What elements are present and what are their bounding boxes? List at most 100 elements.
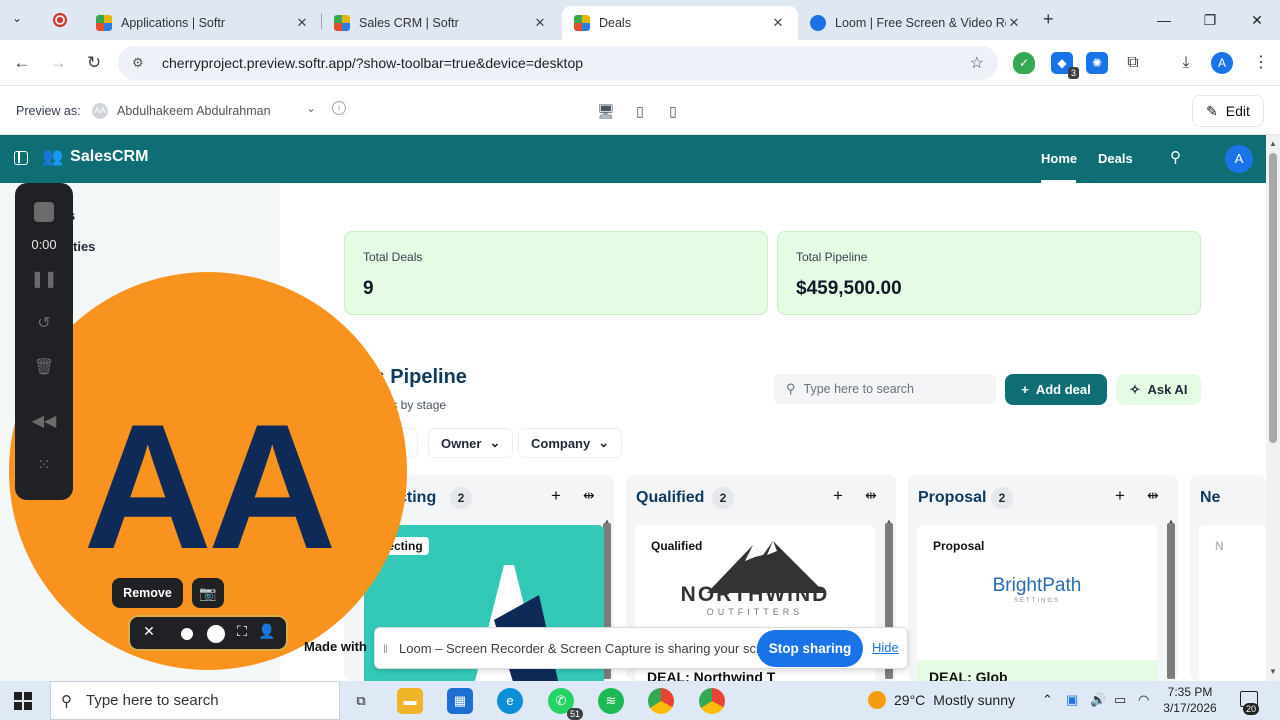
nav-home[interactable]: Home — [1041, 151, 1077, 166]
made-with-badge[interactable]: Made with — [304, 639, 367, 654]
trash-icon[interactable]: 🗑 — [15, 357, 73, 377]
deal-card[interactable]: N — [1199, 525, 1266, 685]
restart-icon[interactable]: ↺ — [15, 313, 73, 333]
card-logo-text: NORTHWIND — [680, 583, 830, 606]
search-field[interactable]: ⚲ — [774, 374, 996, 404]
deal-card[interactable]: Proposal BrightPath SETTINGS DEAL: Glob — [917, 525, 1157, 685]
minimize-icon[interactable]: — — [1141, 8, 1187, 32]
volume-icon[interactable]: 🔊 — [1090, 692, 1106, 708]
restore-icon[interactable]: ❐ — [1187, 8, 1233, 32]
edit-button[interactable]: ✎ Edit — [1192, 95, 1264, 127]
column-scrollbar[interactable] — [1167, 523, 1175, 679]
spotify-icon[interactable]: ≋ — [598, 688, 624, 714]
tab-search-chevron-icon[interactable]: ⌄ — [12, 11, 22, 25]
forward-icon[interactable]: → — [44, 50, 72, 76]
mobile-icon[interactable]: ▯ — [661, 99, 685, 123]
extensions-puzzle-icon[interactable]: ⧉ — [1122, 52, 1144, 74]
rewind-icon[interactable]: ◀◀ — [15, 411, 73, 431]
back-icon[interactable]: ← — [8, 50, 36, 76]
plus-icon[interactable]: + — [1115, 486, 1125, 506]
drag-grid-icon[interactable]: ⁙ — [15, 455, 73, 475]
pause-icon[interactable]: ❚❚ — [15, 269, 73, 289]
plus-icon[interactable]: + — [551, 486, 561, 506]
menu-kebab-icon[interactable]: ⋮ — [1250, 52, 1272, 74]
page-scrollbar[interactable]: ▲ ▼ — [1266, 135, 1280, 681]
close-icon[interactable]: ✕ — [770, 15, 786, 31]
brand-logo[interactable]: 👥 SalesCRM — [42, 147, 148, 167]
wifi-icon[interactable]: ◠ — [1138, 692, 1149, 708]
extension-icon[interactable]: ◆ 3 — [1051, 52, 1079, 79]
address-bar[interactable]: ⚙ cherryproject.preview.softr.app/?show-… — [118, 46, 998, 80]
tab-deals[interactable]: Deals ✕ — [562, 6, 798, 40]
system-clock[interactable]: 7:35 PM 3/17/2026 — [1160, 684, 1220, 716]
close-icon[interactable]: ✕ — [532, 15, 548, 31]
nav-deals[interactable]: Deals — [1098, 151, 1133, 166]
remove-button[interactable]: Remove — [112, 578, 183, 608]
tablet-icon[interactable]: ▯ — [628, 99, 652, 123]
plus-icon[interactable]: + — [833, 486, 843, 506]
bubble-size-large[interactable] — [207, 625, 225, 643]
stat-label: Total Pipeline — [796, 250, 868, 264]
profile-avatar[interactable]: A — [1211, 52, 1233, 74]
file-explorer-icon[interactable]: ▬ — [397, 688, 423, 714]
scroll-down-icon[interactable]: ▼ — [1269, 667, 1277, 676]
sidebar-toggle-icon[interactable] — [14, 151, 28, 165]
softr-icon — [334, 15, 350, 31]
task-view-icon[interactable]: ⧉ — [348, 688, 374, 714]
site-info-icon[interactable]: ⚙ — [132, 55, 150, 71]
windows-start-icon[interactable] — [14, 692, 32, 710]
reload-icon[interactable]: ↻ — [80, 50, 108, 76]
sidebar-item[interactable]: ties — [73, 239, 95, 254]
person-icon[interactable]: 👤 — [256, 623, 278, 640]
card-stage-tag: Proposal — [927, 537, 991, 555]
bubble-size-small[interactable] — [181, 628, 193, 640]
tray-app-icon[interactable]: ▣ — [1066, 692, 1078, 708]
shield-extension-icon[interactable]: ✓ — [1013, 52, 1035, 74]
drag-handle-icon[interactable]: ‖ — [383, 642, 388, 656]
search-icon[interactable]: ⚲ — [1170, 148, 1181, 166]
add-deal-button[interactable]: + Add deal — [1005, 374, 1107, 405]
close-icon[interactable]: ✕ — [294, 15, 310, 31]
softr-icon — [96, 15, 112, 31]
fullscreen-icon[interactable]: ⛶ — [231, 623, 253, 640]
info-icon[interactable]: i — [332, 101, 346, 115]
whatsapp-icon[interactable]: ✆ 51 — [548, 688, 583, 720]
weather-widget[interactable]: 29°C Mostly sunny — [868, 691, 1015, 709]
tab-sales-crm[interactable]: Sales CRM | Softr ✕ — [322, 6, 560, 40]
chrome-profile-icon[interactable] — [699, 688, 725, 714]
collapse-icon[interactable]: ⇹ — [865, 487, 877, 504]
bookmark-star-icon[interactable]: ☆ — [970, 53, 984, 73]
chrome-icon[interactable] — [648, 688, 674, 714]
tray-chevron-icon[interactable]: ⌃ — [1042, 692, 1053, 708]
tab-applications[interactable]: Applications | Softr ✕ — [84, 6, 322, 40]
taskbar-search[interactable]: ⚲ Type here to search — [50, 681, 340, 720]
desktop-icon[interactable]: 🖥 — [594, 99, 618, 123]
filter-owner[interactable]: Owner ⌄ — [428, 428, 514, 458]
filter-company[interactable]: Company ⌄ — [518, 428, 623, 458]
search-input[interactable] — [803, 382, 984, 396]
collapse-icon[interactable]: ⇹ — [583, 487, 595, 504]
window-close-icon[interactable]: ✕ — [1234, 8, 1280, 32]
sparkle-icon: ✧ — [1129, 381, 1141, 397]
close-icon[interactable]: ✕ — [1006, 15, 1022, 31]
scroll-up-icon[interactable]: ▲ — [1269, 139, 1277, 148]
camera-icon[interactable]: 📷 — [192, 578, 224, 608]
download-icon[interactable]: ⤓ — [1175, 52, 1197, 74]
battery-icon[interactable]: ▭ — [1114, 692, 1126, 708]
ask-ai-button[interactable]: ✧ Ask AI — [1116, 374, 1201, 405]
scrollbar-thumb[interactable] — [1269, 153, 1277, 443]
store-icon[interactable]: ▦ — [447, 688, 473, 714]
stop-sharing-button[interactable]: Stop sharing — [757, 630, 863, 667]
stop-recording-icon[interactable] — [34, 202, 54, 222]
collapse-icon[interactable]: ⇹ — [1147, 487, 1159, 504]
url-text[interactable]: cherryproject.preview.softr.app/?show-to… — [162, 55, 583, 71]
new-tab-icon[interactable]: + — [1043, 9, 1054, 30]
preview-user-select[interactable]: AA Abdulhakeem Abdulrahman ⌄ — [92, 98, 322, 124]
close-icon[interactable]: ✕ — [138, 623, 160, 640]
column-title: Ne — [1200, 489, 1221, 506]
hide-link[interactable]: Hide — [872, 640, 899, 655]
tab-loom[interactable]: Loom | Free Screen & Video Re ✕ — [798, 6, 1034, 40]
user-avatar[interactable]: A — [1225, 145, 1253, 173]
edge-icon[interactable]: e — [497, 688, 523, 714]
loom-extension-icon[interactable]: ✺ — [1086, 52, 1108, 74]
